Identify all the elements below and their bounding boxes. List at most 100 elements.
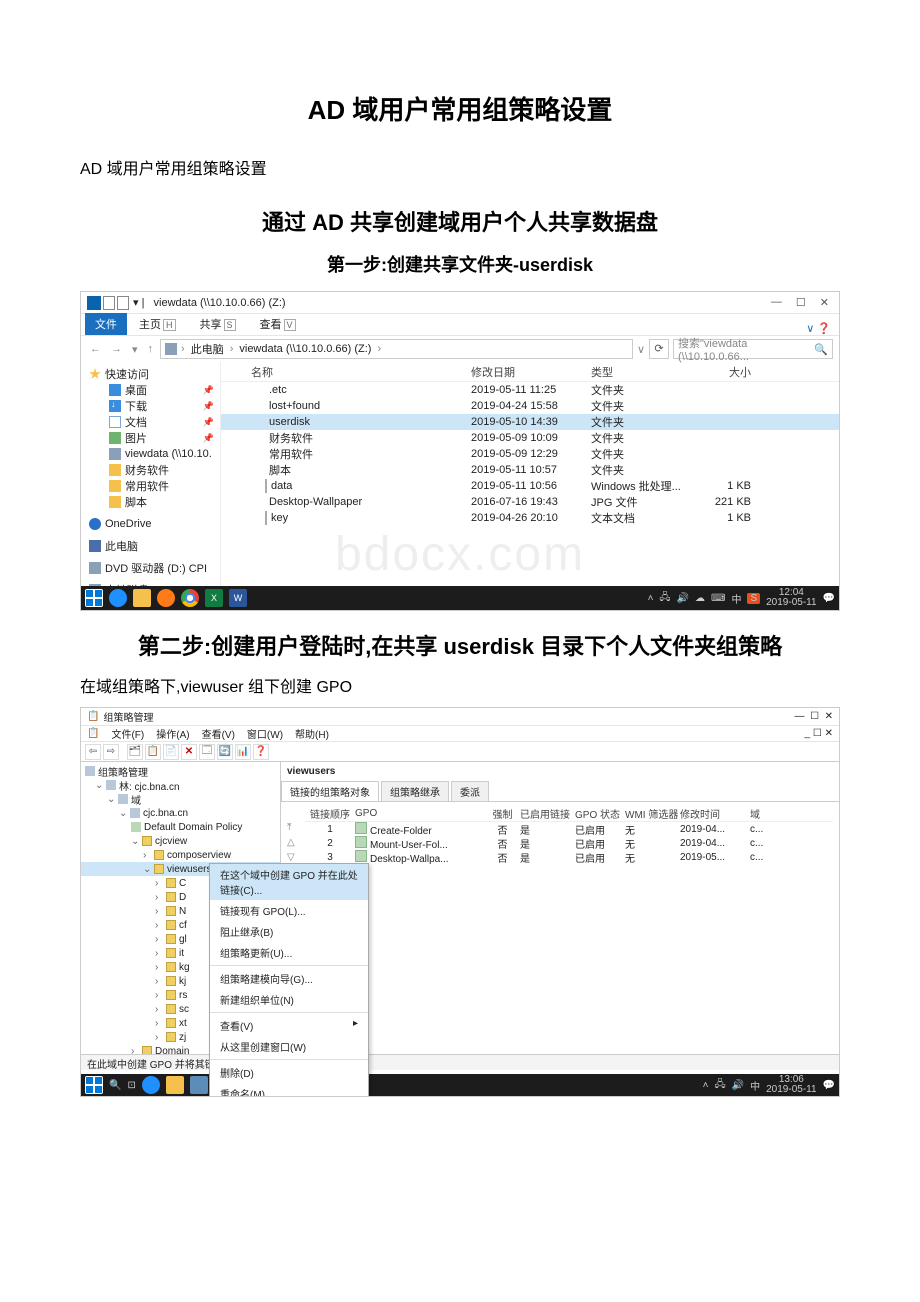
address-bar[interactable]: › 此电脑 › viewdata (\\10.10.0.66) (Z:) ›: [160, 339, 633, 359]
gpo-grid-header[interactable]: 链接顺序 GPO 强制 已启用链接 GPO 状态 WMI 筛选器 修改时间 域: [305, 806, 833, 822]
tree-forest[interactable]: ⌄林: cjc.bna.cn: [81, 778, 280, 792]
firefox-icon[interactable]: [157, 589, 175, 607]
search-icon[interactable]: 🔍: [109, 1080, 121, 1091]
ribbon-home-tab[interactable]: 主页H: [127, 313, 188, 335]
ie-icon[interactable]: [142, 1076, 160, 1094]
minimize-button[interactable]: —: [771, 296, 782, 309]
back-button[interactable]: ⇦: [85, 744, 101, 760]
tab-delegation[interactable]: 委派: [451, 781, 489, 801]
sogou-icon[interactable]: S: [747, 593, 760, 604]
tray-up-icon[interactable]: ˄: [703, 1080, 709, 1091]
help-button[interactable]: ❓: [253, 744, 269, 760]
nav-onedrive[interactable]: OneDrive: [81, 516, 220, 532]
file-row[interactable]: lost+found2019-04-24 15:58文件夹: [221, 398, 839, 414]
tree-cjcview[interactable]: ⌄cjcview: [81, 834, 280, 848]
ribbon-file-tab[interactable]: 文件: [85, 313, 127, 335]
nav-desktop[interactable]: 桌面📌: [81, 382, 220, 398]
move-down-button[interactable]: ▽: [287, 852, 305, 863]
ctx-block-inherit[interactable]: 阻止继承(B): [210, 921, 368, 942]
start-button[interactable]: [85, 589, 103, 607]
explorer-taskbar-icon[interactable]: [133, 589, 151, 607]
tree-root[interactable]: 组策略管理: [81, 764, 280, 778]
nav-documents[interactable]: 文档📌: [81, 414, 220, 430]
qat-icon[interactable]: [103, 296, 115, 310]
toolbar-btn[interactable]: 🗔: [199, 744, 215, 760]
file-row[interactable]: data2019-05-11 10:56Windows 批处理...1 KB: [221, 478, 839, 494]
clock[interactable]: 12:042019-05-11: [766, 588, 816, 608]
minimize-button[interactable]: —: [795, 711, 811, 722]
volume-icon[interactable]: 🔊: [732, 1080, 744, 1091]
menu-window[interactable]: 窗口(W): [247, 726, 283, 741]
mdi-controls[interactable]: _ ☐ ✕: [805, 728, 833, 739]
keyboard-icon[interactable]: ⌨: [711, 593, 725, 604]
notification-icon[interactable]: 💬: [823, 1080, 835, 1091]
tree-domains[interactable]: ⌄域: [81, 792, 280, 806]
nav-scripts[interactable]: 脚本: [81, 494, 220, 510]
ctx-link-existing[interactable]: 链接现有 GPO(L)...: [210, 900, 368, 921]
breadcrumb-thispc[interactable]: 此电脑: [189, 341, 226, 357]
refresh-button[interactable]: ⟳: [649, 339, 669, 359]
menu-help[interactable]: 帮助(H): [295, 726, 329, 741]
file-row[interactable]: key2019-04-26 20:10文本文档1 KB: [221, 510, 839, 526]
edge-icon[interactable]: [109, 589, 127, 607]
system-tray[interactable]: ˄ 🖧 🔊 ☁ ⌨ 中 S 12:042019-05-11 💬: [648, 588, 835, 608]
ctx-rename[interactable]: 重命名(M): [210, 1083, 368, 1097]
toolbar-btn[interactable]: 📊: [235, 744, 251, 760]
network-tray-icon[interactable]: 🖧: [715, 1077, 726, 1094]
ctx-gpupdate[interactable]: 组策略更新(U)...: [210, 942, 368, 963]
move-top-button[interactable]: ⤒: [287, 822, 305, 833]
toolbar-btn[interactable]: 📋: [145, 744, 161, 760]
tab-linked-gpo[interactable]: 链接的组策略对象: [281, 781, 379, 801]
col-name[interactable]: 名称: [221, 364, 471, 380]
network-tray-icon[interactable]: 🖧: [659, 590, 670, 607]
excel-icon[interactable]: X: [205, 589, 223, 607]
forward-button[interactable]: ⇨: [103, 744, 119, 760]
ime-indicator[interactable]: 中: [731, 591, 741, 606]
breadcrumb-drive[interactable]: viewdata (\\10.10.0.66) (Z:): [237, 343, 373, 355]
word-icon[interactable]: W: [229, 589, 247, 607]
delete-button[interactable]: ✕: [181, 744, 197, 760]
search-input[interactable]: 搜索"viewdata (\\10.10.0.66... 🔍: [673, 339, 833, 359]
gpo-row[interactable]: 2Mount-User-Fol...否是已启用无2019-04...c...: [305, 836, 833, 850]
col-date[interactable]: 修改日期: [471, 364, 591, 380]
server-manager-icon[interactable]: [190, 1076, 208, 1094]
volume-icon[interactable]: 🔊: [677, 593, 689, 604]
notification-icon[interactable]: 💬: [823, 593, 835, 604]
tree-ddp[interactable]: Default Domain Policy: [81, 820, 280, 834]
ctx-modeling-wizard[interactable]: 组策略建模向导(G)...: [210, 968, 368, 989]
nav-dvd[interactable]: DVD 驱动器 (D:) CPI: [81, 560, 220, 576]
toolbar-btn[interactable]: 📄: [163, 744, 179, 760]
tree-domain[interactable]: ⌄cjc.bna.cn: [81, 806, 280, 820]
ctx-new-window[interactable]: 从这里创建窗口(W): [210, 1036, 368, 1057]
column-headers[interactable]: 名称 修改日期 类型 大小: [221, 362, 839, 382]
ctx-new-ou[interactable]: 新建组织单位(N): [210, 989, 368, 1010]
gpo-row[interactable]: 3Desktop-Wallpa...否是已启用无2019-05...c...: [305, 850, 833, 864]
maximize-button[interactable]: ☐: [810, 711, 825, 722]
file-row[interactable]: .etc2019-05-11 11:25文件夹: [221, 382, 839, 398]
clock[interactable]: 13:062019-05-11: [766, 1075, 816, 1095]
close-button[interactable]: ✕: [820, 296, 829, 309]
explorer-taskbar-icon[interactable]: [166, 1076, 184, 1094]
menu-action[interactable]: 操作(A): [156, 726, 189, 741]
menu-file[interactable]: 文件(F): [111, 726, 144, 741]
close-button[interactable]: ✕: [825, 711, 833, 722]
nav-finance[interactable]: 财务软件: [81, 462, 220, 478]
file-row[interactable]: 常用软件2019-05-09 12:29文件夹: [221, 446, 839, 462]
start-button[interactable]: [85, 1076, 103, 1094]
nav-viewdata[interactable]: viewdata (\\10.10.: [81, 446, 220, 462]
tray-up-icon[interactable]: ˄: [648, 593, 654, 604]
forward-button[interactable]: →: [108, 343, 125, 355]
file-row[interactable]: 财务软件2019-05-09 10:09文件夹: [221, 430, 839, 446]
gpo-row[interactable]: 1Create-Folder否是已启用无2019-04...c...: [305, 822, 833, 836]
tree-composerview[interactable]: ›composerview: [81, 848, 280, 862]
recent-button[interactable]: ▾: [129, 343, 141, 356]
qat-icon[interactable]: [117, 296, 129, 310]
refresh-button[interactable]: 🔄: [217, 744, 233, 760]
back-button[interactable]: ←: [87, 343, 104, 355]
ribbon-share-tab[interactable]: 共享S: [188, 313, 248, 335]
maximize-button[interactable]: ☐: [796, 296, 806, 309]
ctx-delete[interactable]: 删除(D): [210, 1062, 368, 1083]
move-up-button[interactable]: △: [287, 837, 305, 848]
file-row[interactable]: Desktop-Wallpaper2016-07-16 19:43JPG 文件2…: [221, 494, 839, 510]
nav-thispc[interactable]: 此电脑: [81, 538, 220, 554]
